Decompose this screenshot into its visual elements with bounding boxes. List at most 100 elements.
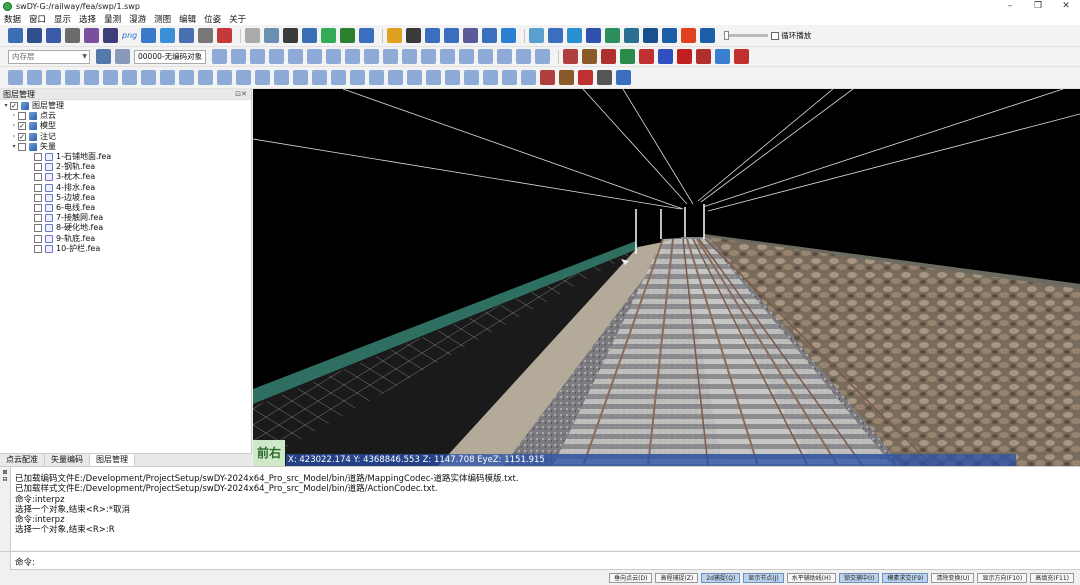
vector-layer-2[interactable]: 2-钢轨.fea — [0, 162, 251, 172]
toolbar2-tool-2-icon[interactable] — [231, 49, 246, 64]
3d-viewport[interactable]: 前右 X: 423022.174 Y: 4368846.553 Z: 1147.… — [253, 89, 1080, 466]
layer-checkbox[interactable] — [34, 244, 42, 253]
toolbar1-tool-35-icon[interactable] — [700, 28, 716, 43]
vector-layer-7[interactable]: 7-接触网.fea — [0, 213, 251, 223]
toolbar2-tool-19-icon[interactable] — [563, 49, 578, 64]
toolbar1-tool-33-icon[interactable] — [662, 28, 678, 43]
toolbar2-tool-17-icon[interactable] — [516, 49, 531, 64]
toolbar2-tool-1-icon[interactable] — [212, 49, 227, 64]
expand-icon[interactable]: ▾ — [10, 142, 18, 152]
layer-checkbox[interactable] — [34, 183, 42, 192]
toolbar3-tool-6-icon[interactable] — [103, 70, 118, 85]
grid-icon[interactable] — [96, 49, 111, 64]
toolbar3-tool-15-icon[interactable] — [274, 70, 289, 85]
toolbar2-tool-21-icon[interactable] — [601, 49, 616, 64]
layer-checkbox[interactable] — [34, 163, 42, 172]
toolbar2-tool-23-icon[interactable] — [639, 49, 654, 64]
status-toggle-1[interactable]: 垂向点云(D) — [609, 572, 653, 583]
vector-layer-9[interactable]: 9-轨底.fea — [0, 233, 251, 243]
navigation-cube[interactable]: 前右 — [253, 440, 285, 466]
toolbar1-tool-10-icon[interactable] — [198, 28, 214, 43]
toolbar1-tool-22-icon[interactable] — [444, 28, 460, 43]
tab-layer-management[interactable]: 图层管理 — [90, 454, 135, 466]
toolbar1-tool-4-icon[interactable] — [65, 28, 80, 43]
menu-edit[interactable]: 编辑 — [179, 13, 196, 25]
vector-layer-5[interactable]: 5-边坡.fea — [0, 193, 251, 203]
toolbar1-tool-15-icon[interactable] — [302, 28, 318, 43]
menu-data[interactable]: 数据 — [4, 13, 21, 25]
toolbar2-tool-6-icon[interactable] — [307, 49, 322, 64]
toolbar1-tool-14-icon[interactable] — [283, 28, 299, 43]
toolbar1-tool-27-icon[interactable] — [548, 28, 564, 43]
toolbar3-tool-26-icon[interactable] — [483, 70, 498, 85]
toolbar3-tool-23-icon[interactable] — [426, 70, 441, 85]
toolbar3-tool-10-icon[interactable] — [179, 70, 194, 85]
status-toggle-10[interactable]: 高填充(F11) — [1030, 572, 1074, 583]
toolbar1-tool-20-icon[interactable] — [406, 28, 422, 43]
layer-checkbox[interactable] — [34, 153, 42, 162]
toolbar1-tool-26-icon[interactable] — [529, 28, 545, 43]
layer-group-2[interactable]: › ✓ 模型 — [0, 121, 251, 131]
layer-checkbox[interactable]: ✓ — [18, 132, 26, 141]
close-button[interactable]: ✕ — [1052, 0, 1080, 12]
toolbar1-tool-24-icon[interactable] — [482, 28, 498, 43]
playback-slider[interactable] — [724, 31, 769, 40]
layer-root[interactable]: ▾ ✓ 图层管理 — [0, 101, 251, 111]
toolbar3-tool-5-icon[interactable] — [84, 70, 99, 85]
toolbar2-tool-5-icon[interactable] — [288, 49, 303, 64]
toolbar3-tool-13-icon[interactable] — [236, 70, 251, 85]
layer-checkbox[interactable] — [34, 173, 42, 182]
minimize-button[interactable]: – — [996, 0, 1024, 12]
expand-icon[interactable]: › — [10, 111, 18, 121]
layer-checkbox[interactable] — [34, 234, 42, 243]
expand-icon[interactable]: ▾ — [2, 101, 10, 111]
toolbar1-tool-21-icon[interactable] — [425, 28, 441, 43]
layer-checkbox[interactable] — [34, 203, 42, 212]
toolbar1-tool-9-icon[interactable] — [179, 28, 195, 43]
toolbar3-tool-19-icon[interactable] — [350, 70, 365, 85]
toolbar1-tool-30-icon[interactable] — [605, 28, 621, 43]
tab-pointcloud-registration[interactable]: 点云配准 — [0, 454, 45, 466]
toolbar2-tool-11-icon[interactable] — [402, 49, 417, 64]
command-prompt[interactable]: 命令: — [15, 556, 35, 568]
tab-vector-coding[interactable]: 矢量编码 — [45, 454, 90, 466]
toolbar1-tool-8-icon[interactable] — [160, 28, 176, 43]
toolbar1-tool-19-icon[interactable] — [387, 28, 403, 43]
vector-layer-3[interactable]: 3-枕木.fea — [0, 172, 251, 182]
toolbar1-tool-18-icon[interactable] — [359, 28, 375, 43]
expand-icon[interactable]: › — [10, 132, 18, 142]
toolbar2-tool-10-icon[interactable] — [383, 49, 398, 64]
toolbar1-tool-1-icon[interactable] — [8, 28, 23, 43]
toolbar1-tool-34-icon[interactable] — [681, 28, 697, 43]
layer-checkbox[interactable]: ✓ — [18, 122, 26, 131]
toolbar3-tool-9-icon[interactable] — [160, 70, 175, 85]
toolbar2-tool-3-icon[interactable] — [250, 49, 265, 64]
toolbar1-tool-32-icon[interactable] — [643, 28, 659, 43]
toolbar2-tool-9-icon[interactable] — [364, 49, 379, 64]
layer-group-4[interactable]: ▾ 矢量 — [0, 142, 251, 152]
vector-layer-4[interactable]: 4-排水.fea — [0, 183, 251, 193]
menu-pose[interactable]: 位姿 — [204, 13, 221, 25]
layer-checkbox[interactable] — [18, 142, 26, 151]
slider-knob[interactable] — [724, 31, 730, 40]
layer-checkbox[interactable] — [34, 224, 42, 233]
toolbar3-tool-29-icon[interactable] — [540, 70, 555, 85]
status-toggle-8[interactable]: 清除变换(U) — [931, 572, 975, 583]
toolbar3-tool-25-icon[interactable] — [464, 70, 479, 85]
menu-measure[interactable]: 量测 — [104, 13, 121, 25]
toolbar3-tool-33-icon[interactable] — [616, 70, 631, 85]
toolbar1-tool-17-icon[interactable] — [340, 28, 356, 43]
toolbar2-tool-12-icon[interactable] — [421, 49, 436, 64]
vector-layer-6[interactable]: 6-电线.fea — [0, 203, 251, 213]
status-toggle-3[interactable]: 2d捕捉(Q) — [701, 572, 741, 583]
menu-display[interactable]: 显示 — [54, 13, 71, 25]
toolbar1-tool-7-icon[interactable] — [141, 28, 157, 43]
toolbar3-tool-12-icon[interactable] — [217, 70, 232, 85]
expand-icon[interactable]: › — [10, 121, 18, 131]
layer-checkbox[interactable] — [34, 193, 42, 202]
toolbar3-tool-14-icon[interactable] — [255, 70, 270, 85]
menu-window[interactable]: 窗口 — [29, 13, 46, 25]
toolbar2-tool-22-icon[interactable] — [620, 49, 635, 64]
toolbar2-tool-28-icon[interactable] — [734, 49, 749, 64]
toolbar3-tool-21-icon[interactable] — [388, 70, 403, 85]
